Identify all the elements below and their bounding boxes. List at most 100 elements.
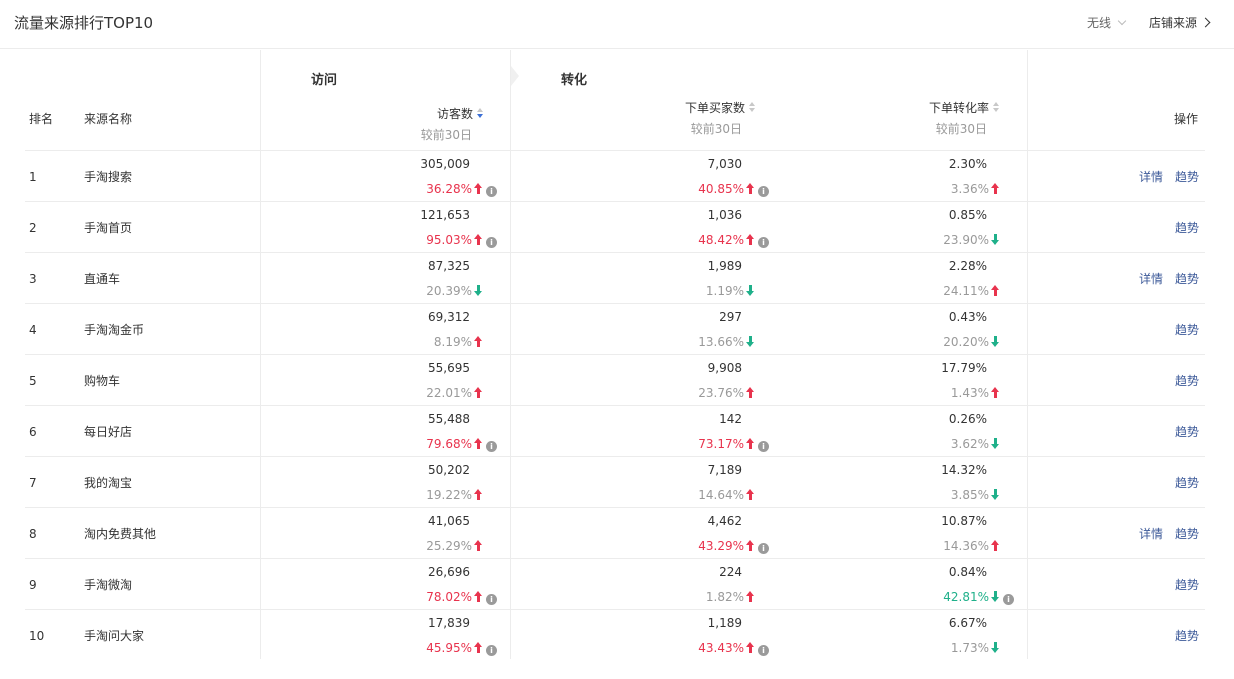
arrow-up-icon	[746, 591, 755, 602]
arrow-up-icon	[746, 387, 755, 398]
buyers-value: 4,462	[707, 514, 742, 528]
buyers-header-label: 下单买家数	[684, 101, 745, 115]
column-header-buyers[interactable]: 下单买家数	[660, 100, 756, 116]
buyers-change: 13.66%	[698, 334, 755, 350]
arrow-up-icon	[474, 642, 483, 653]
trend-link[interactable]: 趋势	[1175, 169, 1199, 185]
info-icon[interactable]: i	[486, 441, 497, 452]
visitors-change-value: 78.02%	[426, 590, 472, 604]
info-icon[interactable]: i	[486, 186, 497, 197]
visitors-change: 45.95% i	[426, 640, 497, 656]
trend-link[interactable]: 趋势	[1175, 577, 1199, 593]
info-icon[interactable]: i	[486, 645, 497, 656]
buyers-change: 48.42% i	[698, 232, 769, 248]
rate-value: 0.43%	[948, 310, 987, 324]
visitors-change: 79.68% i	[426, 436, 497, 452]
rate-change: 1.43%	[951, 385, 1000, 401]
arrow-down-icon	[991, 438, 1000, 449]
info-icon[interactable]: i	[486, 237, 497, 248]
compare-label: 较前30日	[935, 122, 987, 136]
column-header-rank: 排名	[29, 112, 54, 126]
buyers-value: 7,030	[707, 157, 742, 171]
buyers-change-value: 43.43%	[698, 641, 744, 655]
arrow-up-icon	[746, 234, 755, 245]
rank-cell: 8	[29, 527, 37, 541]
source-name-cell: 手淘搜索	[84, 170, 133, 184]
arrow-down-icon	[746, 285, 755, 296]
rate-change-value: 3.62%	[950, 437, 989, 451]
visitors-change-value: 95.03%	[426, 233, 472, 247]
rank-cell: 10	[29, 629, 45, 643]
arrow-up-icon	[991, 540, 1000, 551]
detail-link[interactable]: 详情	[1139, 169, 1163, 185]
buyers-value: 9,908	[707, 361, 742, 375]
arrow-up-icon	[474, 387, 483, 398]
device-filter-dropdown[interactable]: 无线	[1087, 15, 1127, 31]
trend-link[interactable]: 趋势	[1175, 628, 1199, 644]
visitors-change-value: 8.19%	[433, 335, 472, 349]
buyers-value: 1,989	[707, 259, 742, 273]
arrow-up-icon	[474, 540, 483, 551]
trend-link[interactable]: 趋势	[1175, 322, 1199, 338]
source-name-cell: 手淘微淘	[84, 578, 133, 592]
rank-cell: 5	[29, 374, 37, 388]
info-icon[interactable]: i	[758, 441, 769, 452]
shop-source-link[interactable]: 店铺来源	[1149, 15, 1211, 31]
visitors-header-label: 访客数	[436, 107, 473, 121]
chevron-down-icon	[1117, 16, 1127, 26]
info-icon[interactable]: i	[1003, 594, 1014, 605]
rank-cell: 2	[29, 221, 37, 235]
device-filter-value: 无线	[1087, 16, 1112, 30]
info-icon[interactable]: i	[758, 645, 769, 656]
arrow-up-icon	[746, 642, 755, 653]
column-header-rate[interactable]: 下单转化率	[904, 100, 1000, 116]
info-icon[interactable]: i	[486, 594, 497, 605]
trend-link[interactable]: 趋势	[1175, 373, 1199, 389]
info-icon[interactable]: i	[758, 186, 769, 197]
sort-icon[interactable]	[749, 102, 756, 113]
arrow-up-icon	[991, 387, 1000, 398]
visitors-value: 50,202	[428, 463, 470, 477]
detail-link[interactable]: 详情	[1139, 526, 1163, 542]
rate-value: 2.28%	[948, 259, 987, 273]
source-name-cell: 购物车	[84, 374, 121, 388]
rank-cell: 6	[29, 425, 37, 439]
visitors-value: 69,312	[428, 310, 470, 324]
page-title: 流量来源排行TOP10	[14, 14, 154, 32]
rate-change: 3.85%	[951, 487, 1000, 503]
info-icon[interactable]: i	[758, 543, 769, 554]
buyers-value: 142	[719, 412, 742, 426]
visitors-change-value: 19.22%	[426, 488, 472, 502]
arrow-down-icon	[746, 336, 755, 347]
detail-link[interactable]: 详情	[1139, 271, 1163, 287]
trend-link[interactable]: 趋势	[1175, 526, 1199, 542]
sort-icon[interactable]	[477, 108, 484, 119]
visitors-value: 41,065	[428, 514, 470, 528]
chevron-right-icon	[1200, 17, 1211, 28]
rate-change: 23.90%	[943, 232, 1000, 248]
arrow-down-icon	[991, 336, 1000, 347]
column-header-source: 来源名称	[84, 112, 133, 126]
column-header-visitors[interactable]: 访客数	[420, 106, 484, 122]
rate-change: 3.62%	[951, 436, 1000, 452]
arrow-up-icon	[746, 540, 755, 551]
info-icon[interactable]: i	[758, 237, 769, 248]
source-name-cell: 手淘淘金币	[84, 323, 145, 337]
rate-change: 3.36%	[951, 181, 1000, 197]
rate-change-value: 24.11%	[943, 284, 989, 298]
sort-icon[interactable]	[993, 102, 1000, 113]
arrow-up-icon	[746, 183, 755, 194]
rank-cell: 9	[29, 578, 37, 592]
trend-link[interactable]: 趋势	[1175, 271, 1199, 287]
arrow-down-icon	[991, 234, 1000, 245]
rate-value: 17.79%	[941, 361, 987, 375]
trend-link[interactable]: 趋势	[1175, 220, 1199, 236]
trend-link[interactable]: 趋势	[1175, 475, 1199, 491]
buyers-value: 1,036	[707, 208, 742, 222]
rate-header-label: 下单转化率	[928, 101, 989, 115]
buyers-change: 43.43% i	[698, 640, 769, 656]
trend-link[interactable]: 趋势	[1175, 424, 1199, 440]
group-separator-arrow-icon	[511, 66, 519, 86]
table-row: 6 每日好店 55,488 79.68% i 142 73.17% i 0.26% 3.62% 趋势	[0, 406, 1234, 457]
rate-change-value: 42.81%	[943, 590, 989, 604]
